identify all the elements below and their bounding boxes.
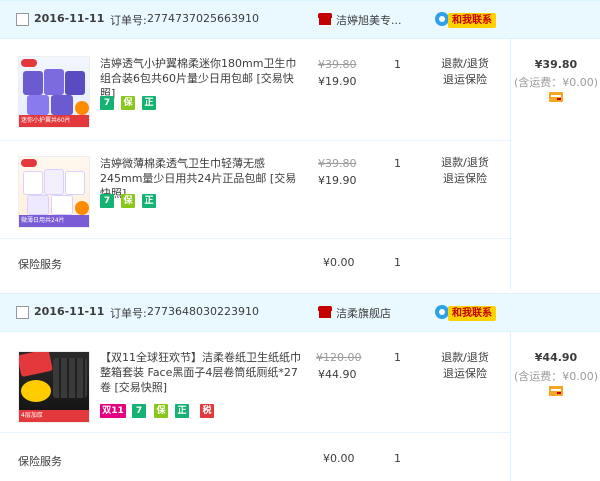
current-price: ¥19.90 [318, 75, 357, 88]
thumbnail-caption: 4层加厚 [19, 410, 89, 422]
order-header: 2016-11-11 订单号: 2774737025663910 洁婷旭美专..… [0, 1, 600, 39]
original-price: ¥120.00 [316, 351, 362, 364]
guarantee-icon[interactable]: 保 [154, 404, 168, 418]
order-number-label: 订单号: [110, 307, 147, 320]
service-links: 退款/退货 退运保险 [435, 56, 495, 88]
thumbnail-caption: 微薄日用共24片 [19, 215, 89, 227]
return-shipping-insurance-link[interactable]: 退运保险 [435, 72, 495, 88]
payment-card-icon [549, 386, 563, 396]
product-thumbnail[interactable]: 微薄日用共24片 [18, 156, 90, 228]
chat-bubble-icon [435, 305, 449, 319]
original-price: ¥39.80 [318, 58, 357, 71]
insurance-quantity: 1 [394, 256, 401, 269]
order-checkbox[interactable] [16, 306, 29, 319]
chat-bubble-icon [435, 12, 449, 26]
order-number-label: 订单号: [110, 14, 147, 27]
genuine-icon[interactable]: 正 [175, 404, 189, 418]
insurance-service-label: 保险服务 [18, 455, 62, 468]
guarantee-icon[interactable]: 保 [121, 96, 135, 110]
service-links: 退款/退货 退运保险 [435, 155, 495, 187]
shipping-fee: (含运费：¥0.00) [513, 370, 599, 383]
thumbnail-caption: 迷你小护翼共60片 [19, 115, 89, 127]
order-total: ¥44.90 [534, 351, 578, 364]
order-checkbox[interactable] [16, 13, 29, 26]
order-total: ¥39.80 [534, 58, 578, 71]
quantity: 1 [394, 58, 401, 71]
service-badges: 7 保 正 [100, 96, 160, 110]
refund-return-link[interactable]: 退款/退货 [435, 350, 495, 366]
order-number: 2773648030223910 [147, 305, 259, 318]
product-title-text[interactable]: 【双11全球狂欢节】洁柔卷纸卫生纸纸巾整箱套装 Face黑面子4层卷筒纸厕纸*2… [100, 351, 301, 394]
insurance-price: ¥0.00 [323, 256, 355, 269]
current-price: ¥44.90 [318, 368, 357, 381]
row-separator [0, 238, 510, 239]
order-card: 2016-11-11 订单号: 2774737025663910 洁婷旭美专..… [0, 0, 600, 289]
insurance-quantity: 1 [394, 452, 401, 465]
service-links: 退款/退货 退运保险 [435, 350, 495, 382]
service-badges: 双11 7 保 正 税 [100, 404, 220, 418]
double-eleven-icon[interactable]: 双11 [100, 404, 126, 418]
tmall-shop-icon [318, 13, 332, 26]
insurance-service-label: 保险服务 [18, 258, 62, 271]
row-separator [0, 432, 510, 433]
order-date: 2016-11-11 [34, 12, 105, 25]
service-badges: 7 保 正 [100, 194, 160, 208]
seven-day-return-icon[interactable]: 7 [132, 404, 146, 418]
order-list: 2016-11-11 订单号: 2774737025663910 洁婷旭美专..… [0, 0, 600, 481]
column-divider [510, 332, 511, 481]
quantity: 1 [394, 351, 401, 364]
column-divider [510, 39, 511, 289]
tax-invoice-icon[interactable]: 税 [200, 404, 214, 418]
order-header: 2016-11-11 订单号: 2773648030223910 洁柔旗舰店 和… [0, 294, 600, 332]
product-title-text[interactable]: 洁婷透气小护翼棉柔迷你180mm卫生巾组合装6包共60片量少日用包邮 [交易快照… [100, 57, 296, 100]
refund-return-link[interactable]: 退款/退货 [435, 56, 495, 72]
return-shipping-insurance-link[interactable]: 退运保险 [435, 366, 495, 382]
genuine-icon[interactable]: 正 [142, 96, 156, 110]
order-card: 2016-11-11 订单号: 2773648030223910 洁柔旗舰店 和… [0, 293, 600, 481]
row-separator [0, 140, 510, 141]
insurance-price: ¥0.00 [323, 452, 355, 465]
payment-card-icon [549, 92, 563, 102]
shop-name-link[interactable]: 洁婷旭美专... [336, 12, 408, 28]
return-shipping-insurance-link[interactable]: 退运保险 [435, 171, 495, 187]
tmall-shop-icon [318, 306, 332, 319]
seven-day-return-icon[interactable]: 7 [100, 96, 114, 110]
contact-seller-label: 和我联系 [448, 13, 496, 28]
order-date: 2016-11-11 [34, 305, 105, 318]
product-title-link[interactable]: 【双11全球狂欢节】洁柔卷纸卫生纸纸巾整箱套装 Face黑面子4层卷筒纸厕纸*2… [100, 350, 305, 395]
product-thumbnail[interactable]: 迷你小护翼共60片 [18, 56, 90, 128]
guarantee-icon[interactable]: 保 [121, 194, 135, 208]
contact-seller-label: 和我联系 [448, 306, 496, 321]
shop-name-link[interactable]: 洁柔旗舰店 [336, 305, 408, 321]
product-title-link[interactable]: 洁婷透气小护翼棉柔迷你180mm卫生巾组合装6包共60片量少日用包邮 [交易快照… [100, 56, 305, 101]
seven-day-return-icon[interactable]: 7 [100, 194, 114, 208]
genuine-icon[interactable]: 正 [142, 194, 156, 208]
order-number: 2774737025663910 [147, 12, 259, 25]
shipping-fee: (含运费：¥0.00) [513, 76, 599, 89]
refund-return-link[interactable]: 退款/退货 [435, 155, 495, 171]
quantity: 1 [394, 157, 401, 170]
product-thumbnail[interactable]: 4层加厚 [18, 351, 90, 423]
current-price: ¥19.90 [318, 174, 357, 187]
original-price: ¥39.80 [318, 157, 357, 170]
